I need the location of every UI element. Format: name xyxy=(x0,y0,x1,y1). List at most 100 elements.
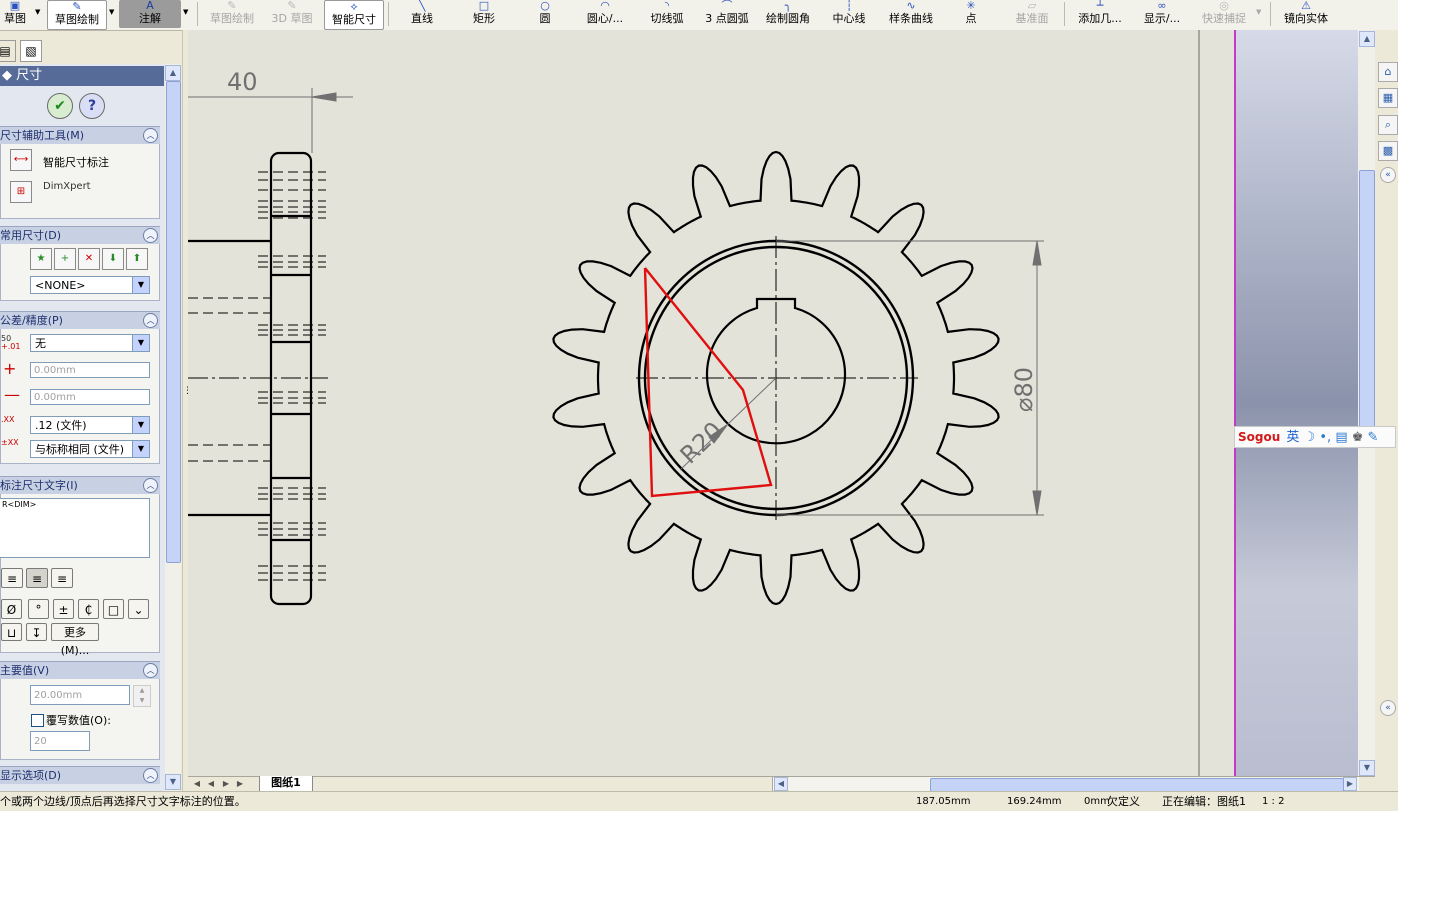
toolbar-line[interactable]: ╲ 直线 xyxy=(404,0,440,28)
align-right-button[interactable]: ≡ xyxy=(51,568,73,588)
panel-scrollbar[interactable]: ▲ ▼ xyxy=(165,64,181,791)
home-icon[interactable]: ⌂ xyxy=(1378,62,1398,82)
primary-value-input[interactable]: 20.00mm xyxy=(30,685,130,705)
dimension-text-area[interactable]: R<DIM> xyxy=(0,498,150,558)
section-tolerance-header[interactable]: 公差/精度(P) ︿ xyxy=(0,311,160,329)
dimxpert-icon[interactable]: ⊞ xyxy=(10,181,32,203)
tab-property-manager[interactable]: ▧ xyxy=(20,40,42,62)
keyboard-icon[interactable]: ▤ xyxy=(1335,430,1347,445)
toolbar-sketch-draw[interactable]: ✎ 草图绘制 xyxy=(47,0,107,30)
dropdown-arrow-icon[interactable]: ▼ xyxy=(183,8,191,16)
last-sheet-icon[interactable]: ▶ xyxy=(235,778,245,790)
skin-icon[interactable]: ♚ xyxy=(1352,430,1364,445)
favorites-select[interactable]: <NONE> ▼ xyxy=(30,276,150,294)
favorite-add-icon[interactable]: + xyxy=(54,248,76,270)
scroll-down-icon[interactable]: ▼ xyxy=(1359,760,1375,776)
collapse-icon[interactable]: ︿ xyxy=(143,228,158,243)
toolbar-smart-dimension[interactable]: ⟡ 智能尺寸 xyxy=(324,0,384,30)
toolbar-mirror[interactable]: ⚠ 镜向实体 xyxy=(1278,0,1334,28)
align-center-button[interactable]: ≡ xyxy=(26,568,48,588)
first-sheet-icon[interactable]: ◀ xyxy=(192,778,202,790)
collapse-icon[interactable]: ︿ xyxy=(143,478,158,493)
collapse-icon[interactable]: ︿ xyxy=(143,128,158,143)
toolbar-circle[interactable]: ○ 圆 xyxy=(532,0,558,28)
precision-select[interactable]: .12 (文件) ▼ xyxy=(30,416,150,434)
toolbar-annotation[interactable]: A 注解 xyxy=(119,0,181,28)
help-button[interactable]: ? xyxy=(79,93,105,119)
collapse-pane-icon[interactable]: « xyxy=(1380,167,1396,183)
canvas-scroll-thumb[interactable] xyxy=(1359,170,1375,428)
tolerance-type-select[interactable]: 无 ▼ xyxy=(30,334,150,352)
toolbar-sketch[interactable]: ▣ 草图 xyxy=(0,0,30,28)
favorite-load-icon[interactable]: ⬆ xyxy=(126,248,148,270)
prev-sheet-icon[interactable]: ◀ xyxy=(206,778,216,790)
view-palette-icon[interactable]: ▩ xyxy=(1378,141,1398,161)
counterbore-button[interactable]: ⊔ xyxy=(1,623,22,641)
panel-scroll-thumb[interactable] xyxy=(166,81,181,563)
scroll-up-icon[interactable]: ▲ xyxy=(165,65,181,81)
tolerance-precision-select[interactable]: 与标称相同 (文件) ▼ xyxy=(30,440,150,458)
sheet-tab[interactable]: 图纸1 xyxy=(259,776,313,792)
scroll-down-icon[interactable]: ▼ xyxy=(165,774,181,790)
horizontal-scroll-thumb[interactable] xyxy=(930,778,1344,792)
more-button[interactable]: 更多(M)... xyxy=(51,623,99,657)
square-symbol-button[interactable]: □ xyxy=(103,599,124,619)
toolbar-point[interactable]: ✳ 点 xyxy=(960,0,982,28)
favorite-delete-icon[interactable]: ✕ xyxy=(78,248,100,270)
max-variation-input[interactable]: 0.00mm xyxy=(30,362,150,378)
library-icon[interactable]: ▦ xyxy=(1378,88,1398,108)
diameter-symbol-button[interactable]: Ø xyxy=(1,599,22,619)
dropdown-arrow-icon[interactable]: ▼ xyxy=(109,8,117,16)
toolbar-tangent-arc[interactable]: ◝ 切线弧 xyxy=(646,0,688,28)
smart-dimension-label[interactable]: 智能尺寸标注 xyxy=(43,154,109,170)
collapse-icon[interactable]: ︿ xyxy=(143,313,158,328)
toolbar-add-relation[interactable]: ┴ 添加几... xyxy=(1072,0,1128,28)
toolbar-3point-arc[interactable]: ⌒ 3 点圆弧 xyxy=(700,0,754,28)
dimension-80-text[interactable]: ⌀80 xyxy=(1010,367,1038,412)
ok-button[interactable]: ✔ xyxy=(47,93,73,119)
min-variation-input[interactable]: 0.00mm xyxy=(30,389,150,405)
section-primary-header[interactable]: 主要值(V) ︿ xyxy=(0,661,160,679)
align-left-button[interactable]: ≡ xyxy=(1,568,23,588)
sogou-logo[interactable]: Sogou xyxy=(1238,430,1280,444)
collapse-pane-icon[interactable]: « xyxy=(1380,700,1396,716)
wrench-icon[interactable]: ✎ xyxy=(1368,430,1379,445)
smart-dimension-icon[interactable]: ⟷ xyxy=(10,149,32,171)
section-display-header[interactable]: 显示选项(D) ︿ xyxy=(0,766,160,784)
depth-button[interactable]: ↧ xyxy=(26,623,47,641)
punctuation-icon[interactable]: •, xyxy=(1319,430,1331,445)
tab-feature-tree[interactable]: ▤ xyxy=(0,40,16,62)
toolbar-fillet[interactable]: ╮ 绘制圆角 xyxy=(762,0,814,28)
toolbar-center-arc[interactable]: ◠ 圆心/... xyxy=(580,0,630,28)
moon-icon[interactable]: ☽ xyxy=(1304,430,1316,445)
scroll-up-icon[interactable]: ▲ xyxy=(1359,31,1375,47)
toolbar-spline[interactable]: ∿ 样条曲线 xyxy=(884,0,938,28)
dimension-r20-text[interactable]: R20 xyxy=(675,416,728,469)
section-dim-tools-header[interactable]: 尺寸辅助工具(M) ︿ xyxy=(0,126,160,144)
scroll-right-icon[interactable]: ▶ xyxy=(1343,777,1357,791)
toolbar-rectangle[interactable]: □ 矩形 xyxy=(466,0,502,28)
toolbar-3d-sketch[interactable]: ✎ 3D 草图 xyxy=(268,0,316,28)
favorite-apply-icon[interactable]: ★ xyxy=(30,248,52,270)
next-sheet-icon[interactable]: ▶ xyxy=(221,778,231,790)
toolbar-sketch-disabled[interactable]: ✎ 草图绘制 xyxy=(205,0,259,28)
collapse-icon[interactable]: ︿ xyxy=(143,663,158,678)
toolbar-plane[interactable]: ▱ 基准面 xyxy=(1010,0,1054,28)
dimxpert-label[interactable]: DimXpert xyxy=(43,181,91,192)
toolbar-centerline[interactable]: ┆ 中心线 xyxy=(828,0,870,28)
explorer-icon[interactable]: ⌕ xyxy=(1378,115,1398,135)
section-common-header[interactable]: 常用尺寸(D) ︿ xyxy=(0,226,160,244)
more-symbols-button[interactable]: ⌄ xyxy=(128,599,149,619)
plus-minus-button[interactable]: ± xyxy=(53,599,74,619)
drawing-canvas[interactable]: 40 ⌀80 R20 xyxy=(188,30,1200,776)
toolbar-quick-snap[interactable]: ◎ 快速捕捉 xyxy=(1198,0,1250,28)
override-checkbox[interactable] xyxy=(31,714,44,727)
favorite-save-icon[interactable]: ⬇ xyxy=(102,248,124,270)
section-text-header[interactable]: 标注尺寸文字(I) ︿ xyxy=(0,476,160,494)
centerline-symbol-button[interactable]: ₵ xyxy=(78,599,99,619)
dropdown-arrow-icon[interactable]: ▼ xyxy=(1256,8,1264,16)
collapse-icon[interactable]: ︿ xyxy=(143,768,158,783)
scroll-left-icon[interactable]: ◀ xyxy=(774,777,788,791)
dimension-40-text[interactable]: 40 xyxy=(227,68,258,96)
status-scale[interactable]: 1 : 2 xyxy=(1262,792,1284,811)
